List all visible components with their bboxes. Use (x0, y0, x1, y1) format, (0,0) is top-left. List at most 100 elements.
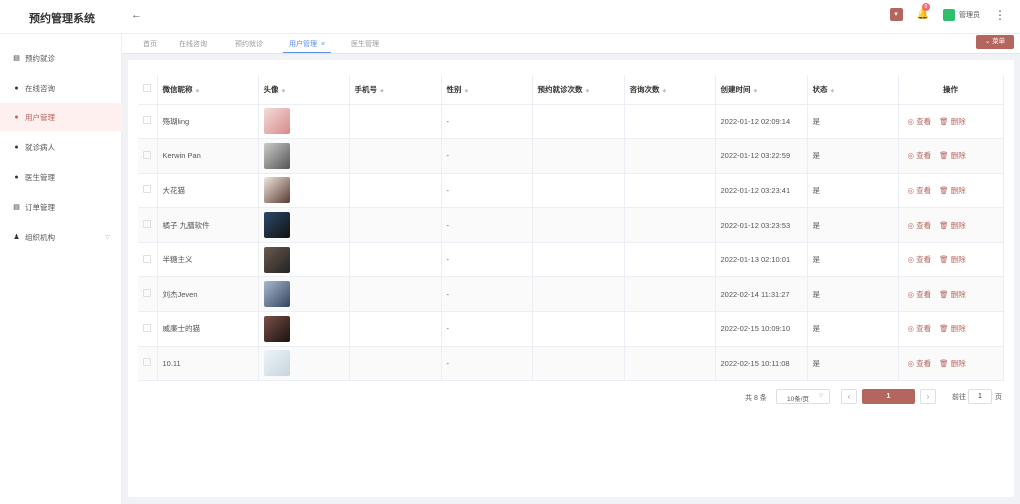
status-cell: 是 (807, 207, 899, 243)
phone-cell (349, 276, 442, 313)
sort-icon[interactable]: ◆ (754, 88, 758, 94)
column-header[interactable]: 微信昵称 ◆ (157, 75, 259, 105)
jump-page-input[interactable]: 1 (968, 389, 992, 404)
view-button[interactable]: ◎ 查看 (908, 221, 932, 230)
created-time-cell: 2022-01-13 02:10:01 (715, 242, 808, 278)
list-icon: ▤ (13, 55, 20, 62)
tab-users[interactable]: 用户管理 × (283, 39, 332, 53)
row-checkbox[interactable] (143, 220, 151, 229)
consult-count-cell (624, 138, 716, 174)
column-label: 预约就诊次数 (537, 84, 583, 94)
user-menu[interactable]: 管理员 (943, 8, 980, 21)
bell-icon[interactable]: 🔔 0 (917, 3, 931, 20)
actions-cell: ◎ 查看 🗑 删除 (898, 207, 1004, 243)
sort-icon[interactable]: ◆ (586, 88, 590, 94)
chevron-down-icon[interactable]: ▾ (889, 8, 903, 21)
phone-cell (349, 173, 442, 209)
column-header[interactable]: 创建时间 ◆ (715, 75, 808, 105)
table-row: 10.11 - 2022-02-15 10:11:08 是 ◎ 查看 🗑 删除 (138, 346, 1004, 382)
close-icon[interactable]: × (321, 41, 325, 48)
actions-cell: ◎ 查看 🗑 删除 (898, 346, 1004, 382)
sort-icon[interactable]: ◆ (465, 88, 469, 94)
top-bar: 预约管理系统 ← ▾ 🔔 0 管理员 ⋮ (0, 0, 1020, 34)
view-button[interactable]: ◎ 查看 (908, 324, 932, 333)
view-label: 查看 (916, 220, 932, 230)
sort-icon[interactable]: ◆ (196, 88, 200, 94)
view-button[interactable]: ◎ 查看 (908, 151, 932, 160)
sidebar-item-doctors[interactable]: ● 医生管理 (0, 163, 122, 191)
column-header[interactable]: 头像 ◆ (258, 75, 350, 105)
row-checkbox[interactable] (143, 289, 151, 298)
view-button[interactable]: ◎ 查看 (908, 255, 932, 264)
column-header[interactable]: 性别 ◆ (441, 75, 533, 105)
row-select-cell (138, 207, 158, 243)
consult-count-cell (624, 104, 716, 140)
delete-button[interactable]: 🗑 删除 (939, 186, 966, 195)
row-checkbox[interactable] (143, 358, 151, 367)
column-header[interactable]: 状态 ◆ (807, 75, 899, 105)
chevron-down-icon: ⌄ (984, 38, 991, 45)
delete-label: 删除 (950, 255, 966, 265)
delete-button[interactable]: 🗑 删除 (939, 255, 966, 264)
actions-cell: ◎ 查看 🗑 删除 (898, 276, 1004, 313)
view-button[interactable]: ◎ 查看 (908, 290, 932, 299)
more-vertical-icon[interactable]: ⋮ (994, 9, 1006, 21)
chevron-left-icon[interactable]: ‹ (841, 389, 857, 404)
status-cell: 是 (807, 346, 899, 382)
view-label: 查看 (916, 255, 932, 265)
view-button[interactable]: ◎ 查看 (908, 186, 932, 195)
delete-button[interactable]: 🗑 删除 (939, 324, 966, 333)
gender-cell: - (441, 242, 533, 278)
row-checkbox[interactable] (143, 116, 151, 125)
row-checkbox[interactable] (143, 185, 151, 194)
row-checkbox[interactable] (143, 323, 151, 332)
tab-appointments[interactable]: 预约就诊 (235, 39, 263, 49)
tab-home[interactable]: 首页 (143, 39, 157, 49)
chevron-right-icon[interactable]: › (920, 389, 936, 404)
sidebar-item-org[interactable]: ♟ 组织机构 ▽ (0, 223, 122, 251)
select-all-checkbox[interactable] (143, 84, 151, 93)
sidebar-item-appointments[interactable]: ▤ 预约就诊 (0, 44, 122, 72)
status-cell: 是 (807, 242, 899, 278)
status-cell: 是 (807, 138, 899, 174)
column-header[interactable]: 预约就诊次数 ◆ (532, 75, 625, 105)
sidebar-item-patients[interactable]: ● 就诊病人 (0, 133, 122, 161)
sort-icon[interactable]: ◆ (831, 88, 835, 94)
sort-icon[interactable]: ◆ (380, 88, 384, 94)
view-label: 查看 (916, 289, 932, 299)
view-button[interactable]: ◎ 查看 (908, 359, 932, 368)
sort-icon[interactable]: ◆ (663, 88, 667, 94)
arrow-left-icon[interactable]: ← (131, 9, 142, 21)
row-select-cell (138, 276, 158, 313)
sidebar-item-users[interactable]: ● 用户管理 (0, 103, 122, 131)
tab-consult[interactable]: 在线咨询 (179, 39, 207, 49)
eye-icon: ◎ (907, 358, 915, 368)
created-time-cell: 2022-02-14 11:31:27 (715, 276, 808, 313)
delete-button[interactable]: 🗑 删除 (939, 290, 966, 299)
appt-count-cell (532, 346, 625, 382)
delete-button[interactable]: 🗑 删除 (939, 221, 966, 230)
tab-doctors[interactable]: 医生管理 (351, 39, 379, 49)
delete-label: 删除 (950, 116, 966, 126)
tab-menu-button[interactable]: ⌄ 菜单 (976, 35, 1014, 49)
nickname-cell: 刘杰Jeven (157, 276, 259, 313)
eye-icon: ◎ (907, 151, 915, 161)
table-row: 殇瑚ling - 2022-01-12 02:09:14 是 ◎ 查看 🗑 删除 (138, 104, 1004, 140)
column-header[interactable]: 手机号 ◆ (349, 75, 442, 105)
sidebar-item-orders[interactable]: ▤ 订单管理 (0, 193, 122, 221)
trash-icon: 🗑 (939, 220, 949, 230)
delete-button[interactable]: 🗑 删除 (939, 359, 966, 368)
created-time-cell: 2022-01-12 03:23:41 (715, 173, 808, 209)
view-button[interactable]: ◎ 查看 (908, 117, 932, 126)
delete-label: 删除 (950, 185, 966, 195)
row-checkbox[interactable] (143, 150, 151, 159)
sidebar-item-consult[interactable]: ● 在线咨询 (0, 74, 122, 102)
sort-icon[interactable]: ◆ (282, 88, 286, 94)
delete-button[interactable]: 🗑 删除 (939, 151, 966, 160)
actions-cell: ◎ 查看 🗑 删除 (898, 173, 1004, 209)
page-current[interactable]: 1 (862, 389, 915, 404)
row-checkbox[interactable] (143, 254, 151, 263)
delete-button[interactable]: 🗑 删除 (939, 117, 966, 126)
page-size-select[interactable]: 10条/页 ▽ (776, 389, 830, 404)
column-header[interactable]: 咨询次数 ◆ (624, 75, 716, 105)
